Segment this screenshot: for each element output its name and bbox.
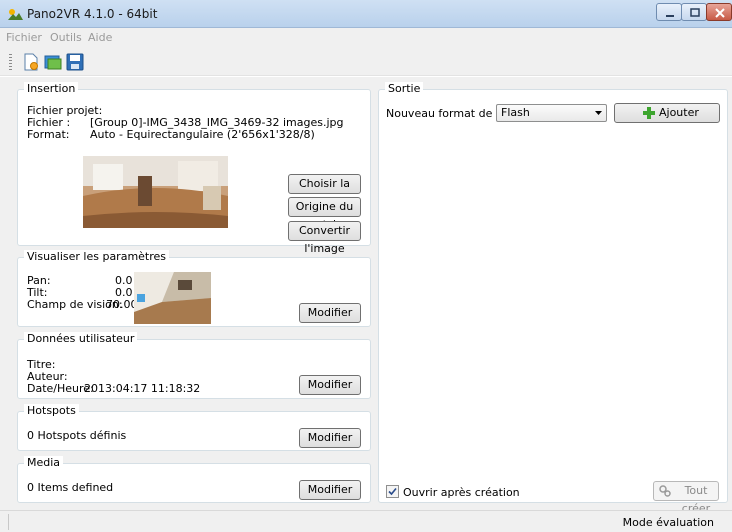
checkmark-icon bbox=[388, 487, 397, 496]
minimize-button[interactable] bbox=[656, 3, 682, 21]
media-summary: 0 Items defined bbox=[27, 481, 114, 494]
insertion-group: Insertion Fichier projet: - Fichier : [G… bbox=[17, 82, 371, 255]
close-icon bbox=[715, 8, 725, 18]
add-output-button[interactable]: Ajouter bbox=[614, 103, 720, 123]
window-title: Pano2VR 4.1.0 - 64bit bbox=[27, 7, 158, 21]
fov-value: 70.00 bbox=[106, 298, 138, 311]
hotspots-title: Hotspots bbox=[24, 404, 79, 417]
minimize-icon bbox=[666, 15, 674, 17]
view-modify-button[interactable]: Modifier bbox=[299, 303, 361, 323]
output-group: Sortie Nouveau format de sortie: Flash A… bbox=[378, 82, 728, 515]
hotspots-modify-button[interactable]: Modifier bbox=[299, 428, 361, 448]
add-output-label: Ajouter bbox=[659, 106, 699, 119]
title-bar: Pano2VR 4.1.0 - 64bit bbox=[0, 0, 732, 28]
menu-outils[interactable]: Outils bbox=[50, 31, 82, 44]
insertion-title: Insertion bbox=[24, 82, 79, 95]
open-project-icon[interactable] bbox=[44, 53, 62, 71]
output-format-select[interactable]: Flash bbox=[496, 104, 607, 122]
format-label: Format: bbox=[27, 128, 70, 141]
view-params-group: Visualiser les paramètres Pan: 0.0 Tilt:… bbox=[17, 250, 371, 327]
media-group: Media 0 Items defined Modifier bbox=[17, 456, 371, 503]
create-all-button[interactable]: Tout créer bbox=[653, 481, 719, 515]
user-data-title: Données utilisateur bbox=[24, 332, 138, 345]
gears-icon bbox=[659, 485, 671, 497]
menu-fichier[interactable]: Fichier bbox=[6, 31, 42, 44]
main-area: Insertion Fichier projet: - Fichier : [G… bbox=[0, 77, 732, 515]
patch-origin-button[interactable]: Origine du patch bbox=[288, 197, 361, 231]
maximize-icon bbox=[690, 8, 700, 17]
status-bar: Mode évaluation bbox=[0, 510, 732, 532]
choose-source-button[interactable]: Choisir la source bbox=[288, 174, 361, 208]
mode-status: Mode évaluation bbox=[622, 516, 714, 529]
toolbar-grip[interactable] bbox=[9, 54, 12, 70]
new-project-icon[interactable] bbox=[22, 53, 40, 71]
view-preview bbox=[134, 272, 211, 324]
output-title: Sortie bbox=[385, 82, 424, 95]
output-format-selected: Flash bbox=[501, 106, 530, 119]
media-title: Media bbox=[24, 456, 64, 469]
open-after-checkbox[interactable] bbox=[386, 485, 399, 498]
hotspots-group: Hotspots 0 Hotspots définis Modifier bbox=[17, 404, 371, 451]
date-value: 2013:04:17 11:18:32 bbox=[84, 382, 201, 395]
app-logo-icon bbox=[8, 9, 23, 20]
user-data-group: Données utilisateur Titre: Auteur: Date/… bbox=[17, 332, 371, 399]
status-separator bbox=[8, 514, 9, 530]
maximize-button[interactable] bbox=[681, 3, 707, 21]
view-params-title: Visualiser les paramètres bbox=[24, 250, 170, 263]
userdata-modify-button[interactable]: Modifier bbox=[299, 375, 361, 395]
format-value: Auto - Equirectangulaire (2'656x1'328/8) bbox=[90, 128, 315, 141]
save-project-icon[interactable] bbox=[66, 53, 84, 71]
menu-aide[interactable]: Aide bbox=[88, 31, 112, 44]
menu-bar: Fichier Outils Aide bbox=[0, 28, 732, 46]
panorama-preview bbox=[83, 156, 228, 228]
close-button[interactable] bbox=[706, 3, 732, 21]
open-after-label: Ouvrir après création bbox=[403, 486, 520, 499]
convert-image-button[interactable]: Convertir l'image bbox=[288, 221, 361, 255]
media-modify-button[interactable]: Modifier bbox=[299, 480, 361, 500]
toolbar bbox=[0, 46, 732, 76]
dropdown-arrow-icon bbox=[595, 111, 602, 115]
add-plus-icon bbox=[643, 107, 655, 119]
hotspots-summary: 0 Hotspots définis bbox=[27, 429, 127, 442]
